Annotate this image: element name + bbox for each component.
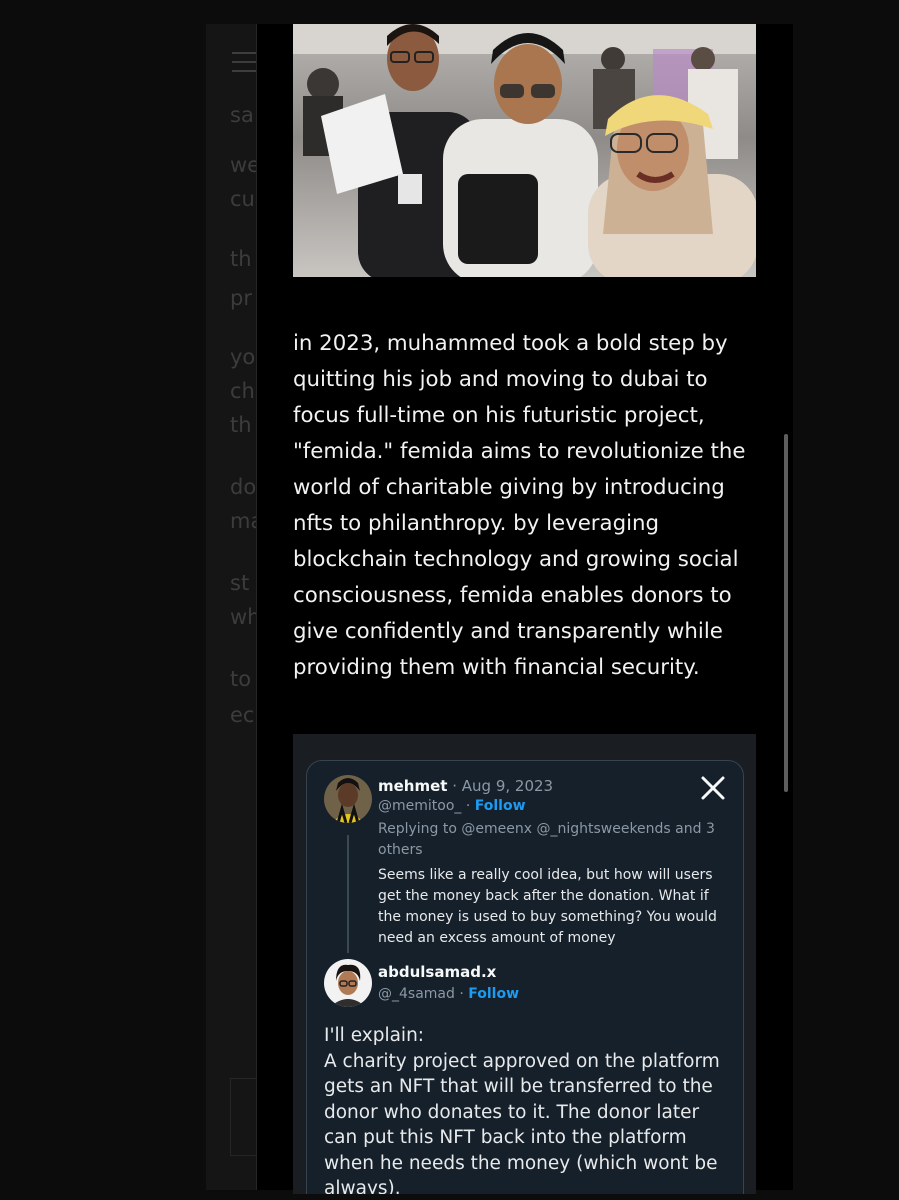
avatar[interactable] <box>324 959 372 1007</box>
background-text-fragment: yo <box>230 345 256 369</box>
handle-text: @_4samad <box>378 986 455 1002</box>
tweet-date: · Aug 9, 2023 <box>447 777 554 795</box>
tweet-author-handle: @_4samad · Follow <box>378 986 519 1002</box>
x-logo-icon[interactable] <box>700 775 726 801</box>
hamburger-menu-icon[interactable] <box>232 52 258 79</box>
avatar-abdulsamad-icon <box>324 959 372 1007</box>
background-text-fragment: pr <box>230 286 252 310</box>
embedded-tweet-screenshot: mehmet · Aug 9, 2023 @memitoo_ · Follow … <box>293 734 756 1194</box>
separator: · <box>454 986 469 1002</box>
background-text-fragment: sa <box>230 103 254 127</box>
event-photo-illustration <box>293 24 756 277</box>
background-text-fragment: we <box>230 153 256 177</box>
replying-to-text: Replying to @emeenx @_nightsweekends and… <box>378 821 715 858</box>
article-paragraph: in 2023, muhammed took a bold step by qu… <box>293 331 746 680</box>
background-text-fragment: ma <box>230 509 256 533</box>
tweet-author-handle: @memitoo_ · Follow <box>378 798 526 814</box>
author-name-text: mehmet <box>378 777 448 795</box>
background-text-fragment: ch <box>230 379 255 403</box>
follow-link[interactable]: Follow <box>475 798 526 814</box>
background-text-fragment: st <box>230 571 250 595</box>
background-text-fragment: to <box>230 667 252 691</box>
article-photo <box>293 24 756 277</box>
tweet-body: Seems like a really cool idea, but how w… <box>378 867 717 946</box>
follow-link[interactable]: Follow <box>468 986 519 1002</box>
avatar[interactable] <box>324 775 372 823</box>
tweet-author-name[interactable]: abdulsamad.x <box>378 963 496 981</box>
separator: · <box>461 798 475 814</box>
handle-text: @memitoo_ <box>378 798 462 814</box>
scrollbar-thumb[interactable] <box>784 434 788 792</box>
background-text-fragment: th <box>230 413 252 437</box>
tweet-thread: mehmet · Aug 9, 2023 @memitoo_ · Follow … <box>306 760 744 1194</box>
tweet-body: I'll explain: A charity project approved… <box>324 1025 720 1194</box>
background-text-fragment: th <box>230 247 252 271</box>
tweet-author-name[interactable]: mehmet · Aug 9, 2023 <box>378 777 553 795</box>
thread-connector-line <box>347 835 349 953</box>
background-text-fragment: do <box>230 475 256 499</box>
background-text-fragment: wh <box>230 605 256 629</box>
background-text-fragment: cu <box>230 187 255 211</box>
avatar-mehmet-icon <box>324 775 372 823</box>
background-text-fragment: ec <box>230 703 255 727</box>
